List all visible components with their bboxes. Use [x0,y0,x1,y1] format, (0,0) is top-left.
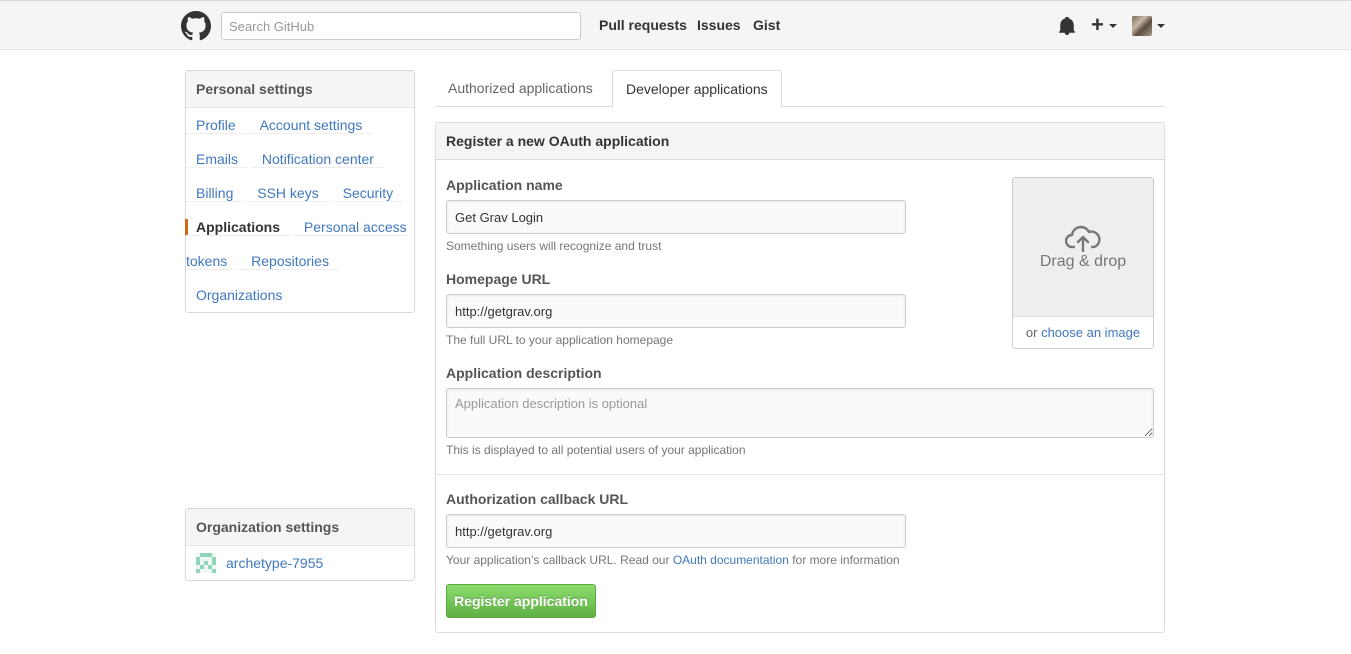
app-description-label: Application description [446,365,602,381]
chevron-down-icon[interactable] [1109,24,1117,28]
personal-settings-heading: Personal settings [186,71,414,108]
github-logo-icon[interactable] [181,11,211,41]
site-header: Pull requests Issues Gist + [0,0,1351,50]
sidebar-item-repositories[interactable]: Repositories [241,253,339,270]
callback-url-note: Your application’s callback URL. Read ou… [446,553,900,567]
organization-settings-heading: Organization settings [186,509,414,546]
sidebar-item-profile[interactable]: Profile [186,117,246,134]
callback-note-suffix: for more information [788,553,900,567]
choose-prefix: or [1025,325,1042,340]
sidebar-item-account-settings[interactable]: Account settings [249,117,373,134]
oauth-documentation-link[interactable]: OAuth documentation [673,553,789,567]
plus-icon[interactable]: + [1091,14,1104,36]
personal-settings-menu: Personal settings Profile Account settin… [185,70,415,313]
tab-authorized-applications[interactable]: Authorized applications [435,70,606,107]
org-name: archetype-7955 [226,555,324,571]
sidebar-item-security[interactable]: Security [332,185,404,202]
register-oauth-app-form: Register a new OAuth application Applica… [435,122,1165,633]
app-name-input[interactable] [446,200,906,234]
sidebar-item-notification-center[interactable]: Notification center [251,151,384,168]
register-application-button[interactable]: Register application [446,584,596,618]
organization-settings-menu: Organization settings archetype-7955 [185,508,415,581]
app-name-label: Application name [446,177,563,193]
homepage-url-note: The full URL to your application homepag… [446,333,674,347]
nav-gist[interactable]: Gist [753,17,780,33]
drag-drop-text: Drag & drop [1039,253,1127,270]
sidebar-item-ssh-keys[interactable]: SSH keys [247,185,329,202]
sidebar-item-org[interactable]: archetype-7955 [186,546,414,580]
form-divider [436,474,1164,475]
homepage-url-input[interactable] [446,294,906,328]
identicon-icon [196,553,216,573]
nav-pull-requests[interactable]: Pull requests [599,17,687,33]
logo-dropzone[interactable]: Drag & drop or choose an image [1012,177,1154,349]
callback-url-input[interactable] [446,514,906,548]
application-tabs: Authorized applications Developer applic… [435,70,1165,108]
homepage-url-label: Homepage URL [446,271,551,287]
sidebar-item-organizations[interactable]: Organizations [186,287,292,303]
nav-issues[interactable]: Issues [697,17,741,33]
cloud-upload-icon [1065,225,1101,252]
drop-area[interactable]: Drag & drop [1013,178,1153,317]
callback-url-label: Authorization callback URL [446,491,629,507]
bell-icon[interactable] [1059,17,1075,35]
avatar[interactable] [1132,16,1152,36]
search-input[interactable] [221,12,581,40]
chevron-down-icon[interactable] [1157,24,1165,28]
sidebar-item-emails[interactable]: Emails [186,151,249,168]
app-description-textarea[interactable] [446,388,1154,438]
tab-developer-applications[interactable]: Developer applications [612,70,782,108]
app-name-note: Something users will recognize and trust [446,239,662,253]
callback-note-prefix: Your application’s callback URL. Read ou… [446,553,673,567]
sidebar-item-applications[interactable]: Applications [186,219,291,236]
app-description-note: This is displayed to all potential users… [446,443,746,457]
choose-image-row: or choose an image [1013,317,1153,349]
form-title: Register a new OAuth application [436,123,1164,160]
sidebar-item-billing[interactable]: Billing [186,185,244,202]
choose-image-link[interactable]: choose an image [1041,325,1140,340]
